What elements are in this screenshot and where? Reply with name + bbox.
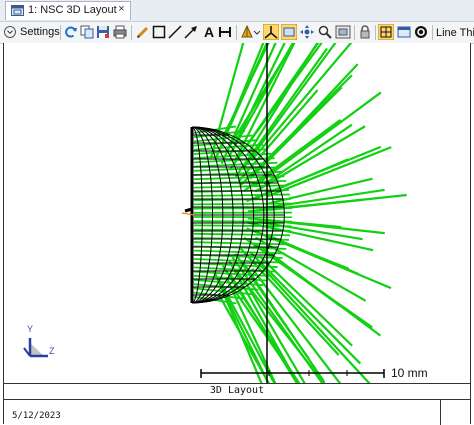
- svg-text:A: A: [204, 25, 214, 39]
- axes-icon[interactable]: [263, 24, 279, 40]
- toolbar-separator: [60, 25, 61, 40]
- image-icon[interactable]: [335, 25, 351, 39]
- footer-date: 5/12/2023: [12, 411, 61, 421]
- ray-traces: [194, 43, 407, 383]
- rotate-icon[interactable]: [240, 25, 260, 39]
- ray: [257, 261, 374, 383]
- tab-bar: 1: NSC 3D Layout ×: [0, 0, 474, 22]
- fit-icon[interactable]: [281, 24, 297, 40]
- axis-y-label: Y: [27, 324, 33, 334]
- close-icon[interactable]: ×: [116, 4, 127, 15]
- dimension-icon[interactable]: [218, 25, 232, 39]
- toolbar: Settings A: [0, 22, 474, 44]
- rectangle-icon[interactable]: [152, 25, 166, 39]
- save-icon[interactable]: [96, 25, 110, 39]
- help-icon[interactable]: [414, 25, 428, 39]
- footer-divider: [440, 399, 441, 425]
- scale-bar-label: 10 mm: [391, 366, 428, 380]
- print-icon[interactable]: [113, 25, 127, 39]
- lock-icon[interactable]: [358, 25, 372, 39]
- lens-mesh-line: [185, 209, 192, 211]
- copy-icon[interactable]: [80, 25, 94, 39]
- grid-icon[interactable]: [378, 24, 394, 40]
- layout-viewport[interactable]: Y Z 10 mm: [3, 43, 471, 383]
- tab-label: 1: NSC 3D Layout: [28, 4, 117, 16]
- text-icon[interactable]: A: [202, 25, 216, 39]
- footer-divider: [4, 399, 470, 400]
- toolbar-separator: [131, 25, 132, 40]
- settings-label: Settings: [20, 26, 60, 38]
- toolbar-separator: [354, 25, 355, 40]
- toolbar-separator: [236, 25, 237, 40]
- tab-nsc-3d-layout[interactable]: 1: NSC 3D Layout ×: [5, 1, 131, 20]
- layout-footer: 3D Layout 5/12/2023: [3, 383, 471, 424]
- window-icon: [11, 5, 24, 16]
- footer-title: 3D Layout: [4, 385, 470, 396]
- toolbar-separator: [432, 25, 433, 40]
- toolbar-separator: [375, 25, 376, 40]
- pan-icon[interactable]: [300, 25, 314, 39]
- axis-z-label: Z: [49, 346, 55, 356]
- line-thickness-dropdown[interactable]: Line Thic: [436, 27, 474, 39]
- layout-plot: [4, 43, 470, 383]
- line-icon[interactable]: [168, 25, 182, 39]
- zoom-icon[interactable]: [318, 25, 332, 39]
- pencil-icon[interactable]: [136, 25, 150, 39]
- window-icon[interactable]: [397, 25, 411, 39]
- axis-triad: [24, 338, 48, 356]
- chevron-down-icon: [4, 26, 16, 38]
- refresh-icon[interactable]: [64, 25, 78, 39]
- arrow-icon[interactable]: [184, 25, 198, 39]
